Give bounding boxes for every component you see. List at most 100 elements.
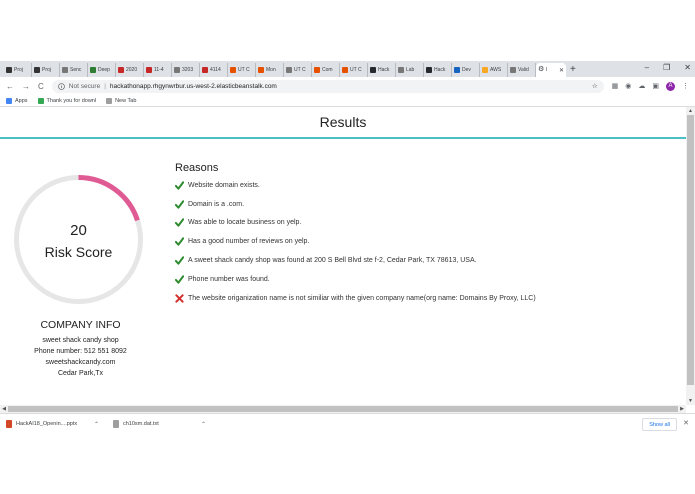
browser-tab[interactable]: Lab: [396, 63, 424, 77]
blue-dev-icon: [454, 67, 460, 73]
scroll-right-icon[interactable]: ▶: [678, 405, 686, 413]
scroll-left-icon[interactable]: ◀: [0, 405, 8, 413]
tab-label: AWS: [490, 67, 502, 73]
browser-tab[interactable]: Valid: [508, 63, 536, 77]
github-icon: [370, 67, 376, 73]
horizontal-scrollbar[interactable]: ◀ ▶: [0, 405, 686, 413]
bookmark-item[interactable]: Thank you for downl: [37, 97, 97, 104]
tab-label: 3203: [182, 67, 194, 73]
document-icon: [510, 67, 516, 73]
bookmark-icon: [106, 97, 113, 104]
show-all-button[interactable]: Show all: [642, 418, 677, 431]
info-icon[interactable]: [57, 82, 65, 90]
extension-icon[interactable]: ☁: [638, 82, 645, 90]
chevron-up-icon[interactable]: ⌃: [94, 421, 99, 428]
reason-text: The website origanization name is not si…: [188, 294, 536, 302]
bookmark-item[interactable]: Apps: [6, 97, 28, 104]
checkmark-icon: [175, 275, 184, 284]
document-icon: [62, 67, 68, 73]
minimize-button[interactable]: –: [645, 63, 649, 72]
avatar[interactable]: A: [666, 81, 675, 91]
browser-tab[interactable]: Deep: [88, 63, 116, 77]
browser-tab[interactable]: 2020: [116, 63, 144, 77]
browser-toolbar: ← → C Not secure | hackathonapp.rhgynwrb…: [0, 77, 695, 95]
tab-label: Com: [322, 67, 333, 73]
vertical-scrollbar[interactable]: ▲ ▼: [686, 107, 695, 405]
page-viewport: Results 20 Risk Score COMPANY INFO sweet…: [0, 107, 686, 405]
extension-icon[interactable]: ▦: [612, 82, 619, 90]
bookmark-label: Thank you for downl: [46, 97, 97, 104]
tab-label: Dev: [462, 67, 471, 73]
red-h-icon: [118, 67, 124, 73]
url-text[interactable]: hackathonapp.rhgynwrbur.us-west-2.elasti…: [110, 83, 277, 90]
browser-tab[interactable]: 4114: [200, 63, 228, 77]
gauge-arc: [78, 175, 140, 222]
close-window-button[interactable]: ✕: [684, 63, 691, 72]
checkmark-icon: [175, 181, 184, 190]
browser-tab[interactable]: Hack: [368, 63, 396, 77]
extension-icon[interactable]: ▣: [652, 82, 659, 90]
checkmark-icon: [175, 200, 184, 209]
risk-score-label: Risk Score: [44, 244, 113, 260]
browser-tab[interactable]: Dev: [452, 63, 480, 77]
forward-button[interactable]: →: [22, 82, 30, 91]
back-button[interactable]: ←: [6, 82, 14, 91]
tab-strip: Proj Proj Senc Deep 2020 11-4 3203 4114 UT C Mon U…: [0, 61, 695, 77]
reason-item: A sweet shack candy shop was found at 20…: [175, 251, 675, 270]
download-item[interactable]: ch10sm.dat.txt ⌃: [113, 420, 206, 428]
horizontal-scroll-thumb[interactable]: [8, 406, 678, 412]
page-title: Results: [319, 114, 367, 130]
download-item[interactable]: HackAI18_Openin....pptx ⌃: [6, 420, 99, 428]
menu-icon[interactable]: ⋮: [682, 82, 689, 90]
extension-icon[interactable]: ◉: [625, 82, 631, 90]
downloads-list: HackAI18_Openin....pptx ⌃ ch10sm.dat.txt ⌃: [6, 420, 206, 428]
orange-ut-icon: [230, 67, 236, 73]
scroll-up-icon[interactable]: ▲: [686, 107, 695, 115]
browser-tab[interactable]: 3203: [172, 63, 200, 77]
browser-tab[interactable]: Proj: [4, 63, 32, 77]
reload-button[interactable]: C: [38, 82, 44, 91]
new-tab-button[interactable]: +: [570, 63, 576, 77]
browser-tab[interactable]: Senc: [60, 63, 88, 77]
downloads-bar: HackAI18_Openin....pptx ⌃ ch10sm.dat.txt ⌃ …: [0, 413, 695, 434]
browser-tab[interactable]: Proj: [32, 63, 60, 77]
risk-score-gauge: [14, 175, 143, 304]
apps-grid-icon: [6, 97, 12, 104]
tab-label: Valid: [518, 67, 529, 73]
browser-tab[interactable]: UT C: [340, 63, 368, 77]
close-tab-icon[interactable]: ✕: [559, 67, 564, 74]
reason-text: Has a good number of reviews on yelp.: [188, 238, 310, 246]
extension-icons: ▦ ◉ ☁ ▣ A ⋮: [612, 81, 689, 91]
restore-button[interactable]: ❐: [663, 63, 670, 72]
yellow-aws-icon: [482, 67, 488, 73]
top-margin: [0, 0, 695, 61]
browser-tab-active[interactable]: ⚙ I ✕: [536, 63, 566, 77]
reasons-panel: Reasons Website domain exists. Domain is …: [175, 162, 675, 308]
reasons-title: Reasons: [175, 162, 219, 174]
chevron-up-icon[interactable]: ⌃: [201, 421, 206, 428]
browser-tab[interactable]: AWS: [480, 63, 508, 77]
browser-tab[interactable]: Com: [312, 63, 340, 77]
tab-label: UT C: [350, 67, 362, 73]
scroll-down-icon[interactable]: ▼: [686, 397, 695, 405]
close-downloads-button[interactable]: ✕: [683, 419, 689, 427]
browser-tab[interactable]: 11-4: [144, 63, 172, 77]
tab-label: Hack: [378, 67, 390, 73]
reason-text: Phone number was found.: [188, 275, 270, 283]
browser-tab[interactable]: UT C: [228, 63, 256, 77]
bookmark-star-icon[interactable]: ☆: [592, 82, 598, 90]
download-filename: HackAI18_Openin....pptx: [16, 421, 78, 427]
browser-tab[interactable]: Mon: [256, 63, 284, 77]
browser-tab[interactable]: UT C: [284, 63, 312, 77]
vertical-scroll-thumb[interactable]: [687, 115, 694, 385]
company-phone: Phone number: 512 551 8092: [34, 348, 127, 355]
file-icon: [6, 420, 12, 428]
reason-text: Was able to locate business on yelp.: [188, 219, 302, 227]
risk-score-value: 20: [70, 222, 87, 239]
header-divider: [0, 137, 686, 139]
browser-tab[interactable]: Hack: [424, 63, 452, 77]
tab-label: Lab: [406, 67, 415, 73]
address-bar[interactable]: Not secure | hackathonapp.rhgynwrbur.us-…: [51, 79, 604, 93]
reason-item: Was able to locate business on yelp.: [175, 214, 675, 233]
bookmark-item[interactable]: New Tab: [106, 97, 136, 104]
